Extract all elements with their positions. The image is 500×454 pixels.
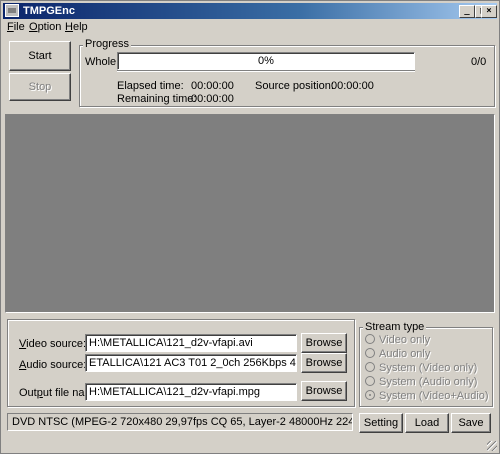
stream-type-option[interactable]: Video only (365, 334, 430, 346)
stream-type-option-label: Audio only (379, 348, 431, 360)
setting-button[interactable]: Setting (359, 413, 403, 433)
resize-grip[interactable] (487, 441, 497, 451)
stream-type-option-label: System (Video only) (379, 362, 478, 374)
radio-button-icon[interactable] (365, 390, 375, 400)
elapsed-time-value: 00:00:00 (191, 80, 234, 92)
source-position-label: Source position: (255, 80, 334, 92)
progress-divider (117, 70, 415, 72)
video-browse-button[interactable]: Browse (301, 333, 347, 353)
output-file-field[interactable]: H:\METALLICA\121_d2v-vfapi.mpg (85, 383, 297, 401)
whole-label: Whole: (85, 56, 120, 68)
menu-help[interactable]: Help (65, 21, 88, 33)
radio-button-icon[interactable] (365, 362, 375, 372)
menu-bar: File Option Help (3, 19, 497, 36)
remaining-time-value: 00:00:00 (191, 93, 234, 105)
stream-type-option-label: Video only (379, 334, 431, 346)
stream-type-option-label: System (Audio only) (379, 376, 478, 388)
stream-type-option[interactable]: System (Video only) (365, 362, 477, 374)
radio-button-icon[interactable] (365, 334, 375, 344)
main-window: TMPGEnc _ □ × File Option Help Start Sto… (0, 0, 500, 454)
radio-button-icon[interactable] (365, 376, 375, 386)
whole-progress-bar: 0% (117, 52, 415, 70)
progress-percent: 0% (258, 55, 274, 67)
stream-type-option[interactable]: Audio only (365, 348, 430, 360)
video-source-field[interactable]: H:\METALLICA\121_d2v-vfapi.avi (85, 334, 297, 352)
save-button[interactable]: Save (451, 413, 491, 433)
video-preview-area (5, 114, 495, 313)
audio-browse-button[interactable]: Browse (301, 353, 347, 373)
window-title: TMPGEnc (23, 5, 75, 17)
menu-option[interactable]: Option (29, 21, 61, 33)
video-source-label: Video source: (19, 338, 87, 350)
remaining-time-label: Remaining time: (117, 93, 197, 105)
menu-file[interactable]: File (7, 21, 25, 33)
close-button[interactable]: × (481, 5, 497, 18)
output-format-status: DVD NTSC (MPEG-2 720x480 29,97fps CQ 65,… (7, 413, 353, 431)
output-browse-button[interactable]: Browse (301, 381, 347, 401)
source-position-value: 00:00:00 (331, 80, 374, 92)
audio-source-label: Audio source: (19, 359, 87, 371)
stream-type-option-label: System (Video+Audio) (379, 390, 489, 402)
audio-source-field[interactable]: ETALLICA\121 AC3 T01 2_0ch 256Kbps 48KHz… (85, 354, 297, 372)
app-icon[interactable] (5, 4, 19, 17)
stream-type-option[interactable]: System (Audio only) (365, 376, 477, 388)
stream-type-option[interactable]: System (Video+Audio) (365, 390, 489, 402)
elapsed-time-label: Elapsed time: (117, 80, 184, 92)
minimize-button[interactable]: _ (459, 5, 475, 18)
load-button[interactable]: Load (405, 413, 449, 433)
progress-count: 0/0 (471, 56, 487, 68)
stop-button[interactable]: Stop (9, 73, 71, 101)
title-bar[interactable]: TMPGEnc _ □ (3, 3, 497, 19)
start-button[interactable]: Start (9, 41, 71, 71)
stream-type-label: Stream type (363, 321, 427, 333)
radio-button-icon[interactable] (365, 348, 375, 358)
progress-group-label: Progress (83, 38, 132, 50)
